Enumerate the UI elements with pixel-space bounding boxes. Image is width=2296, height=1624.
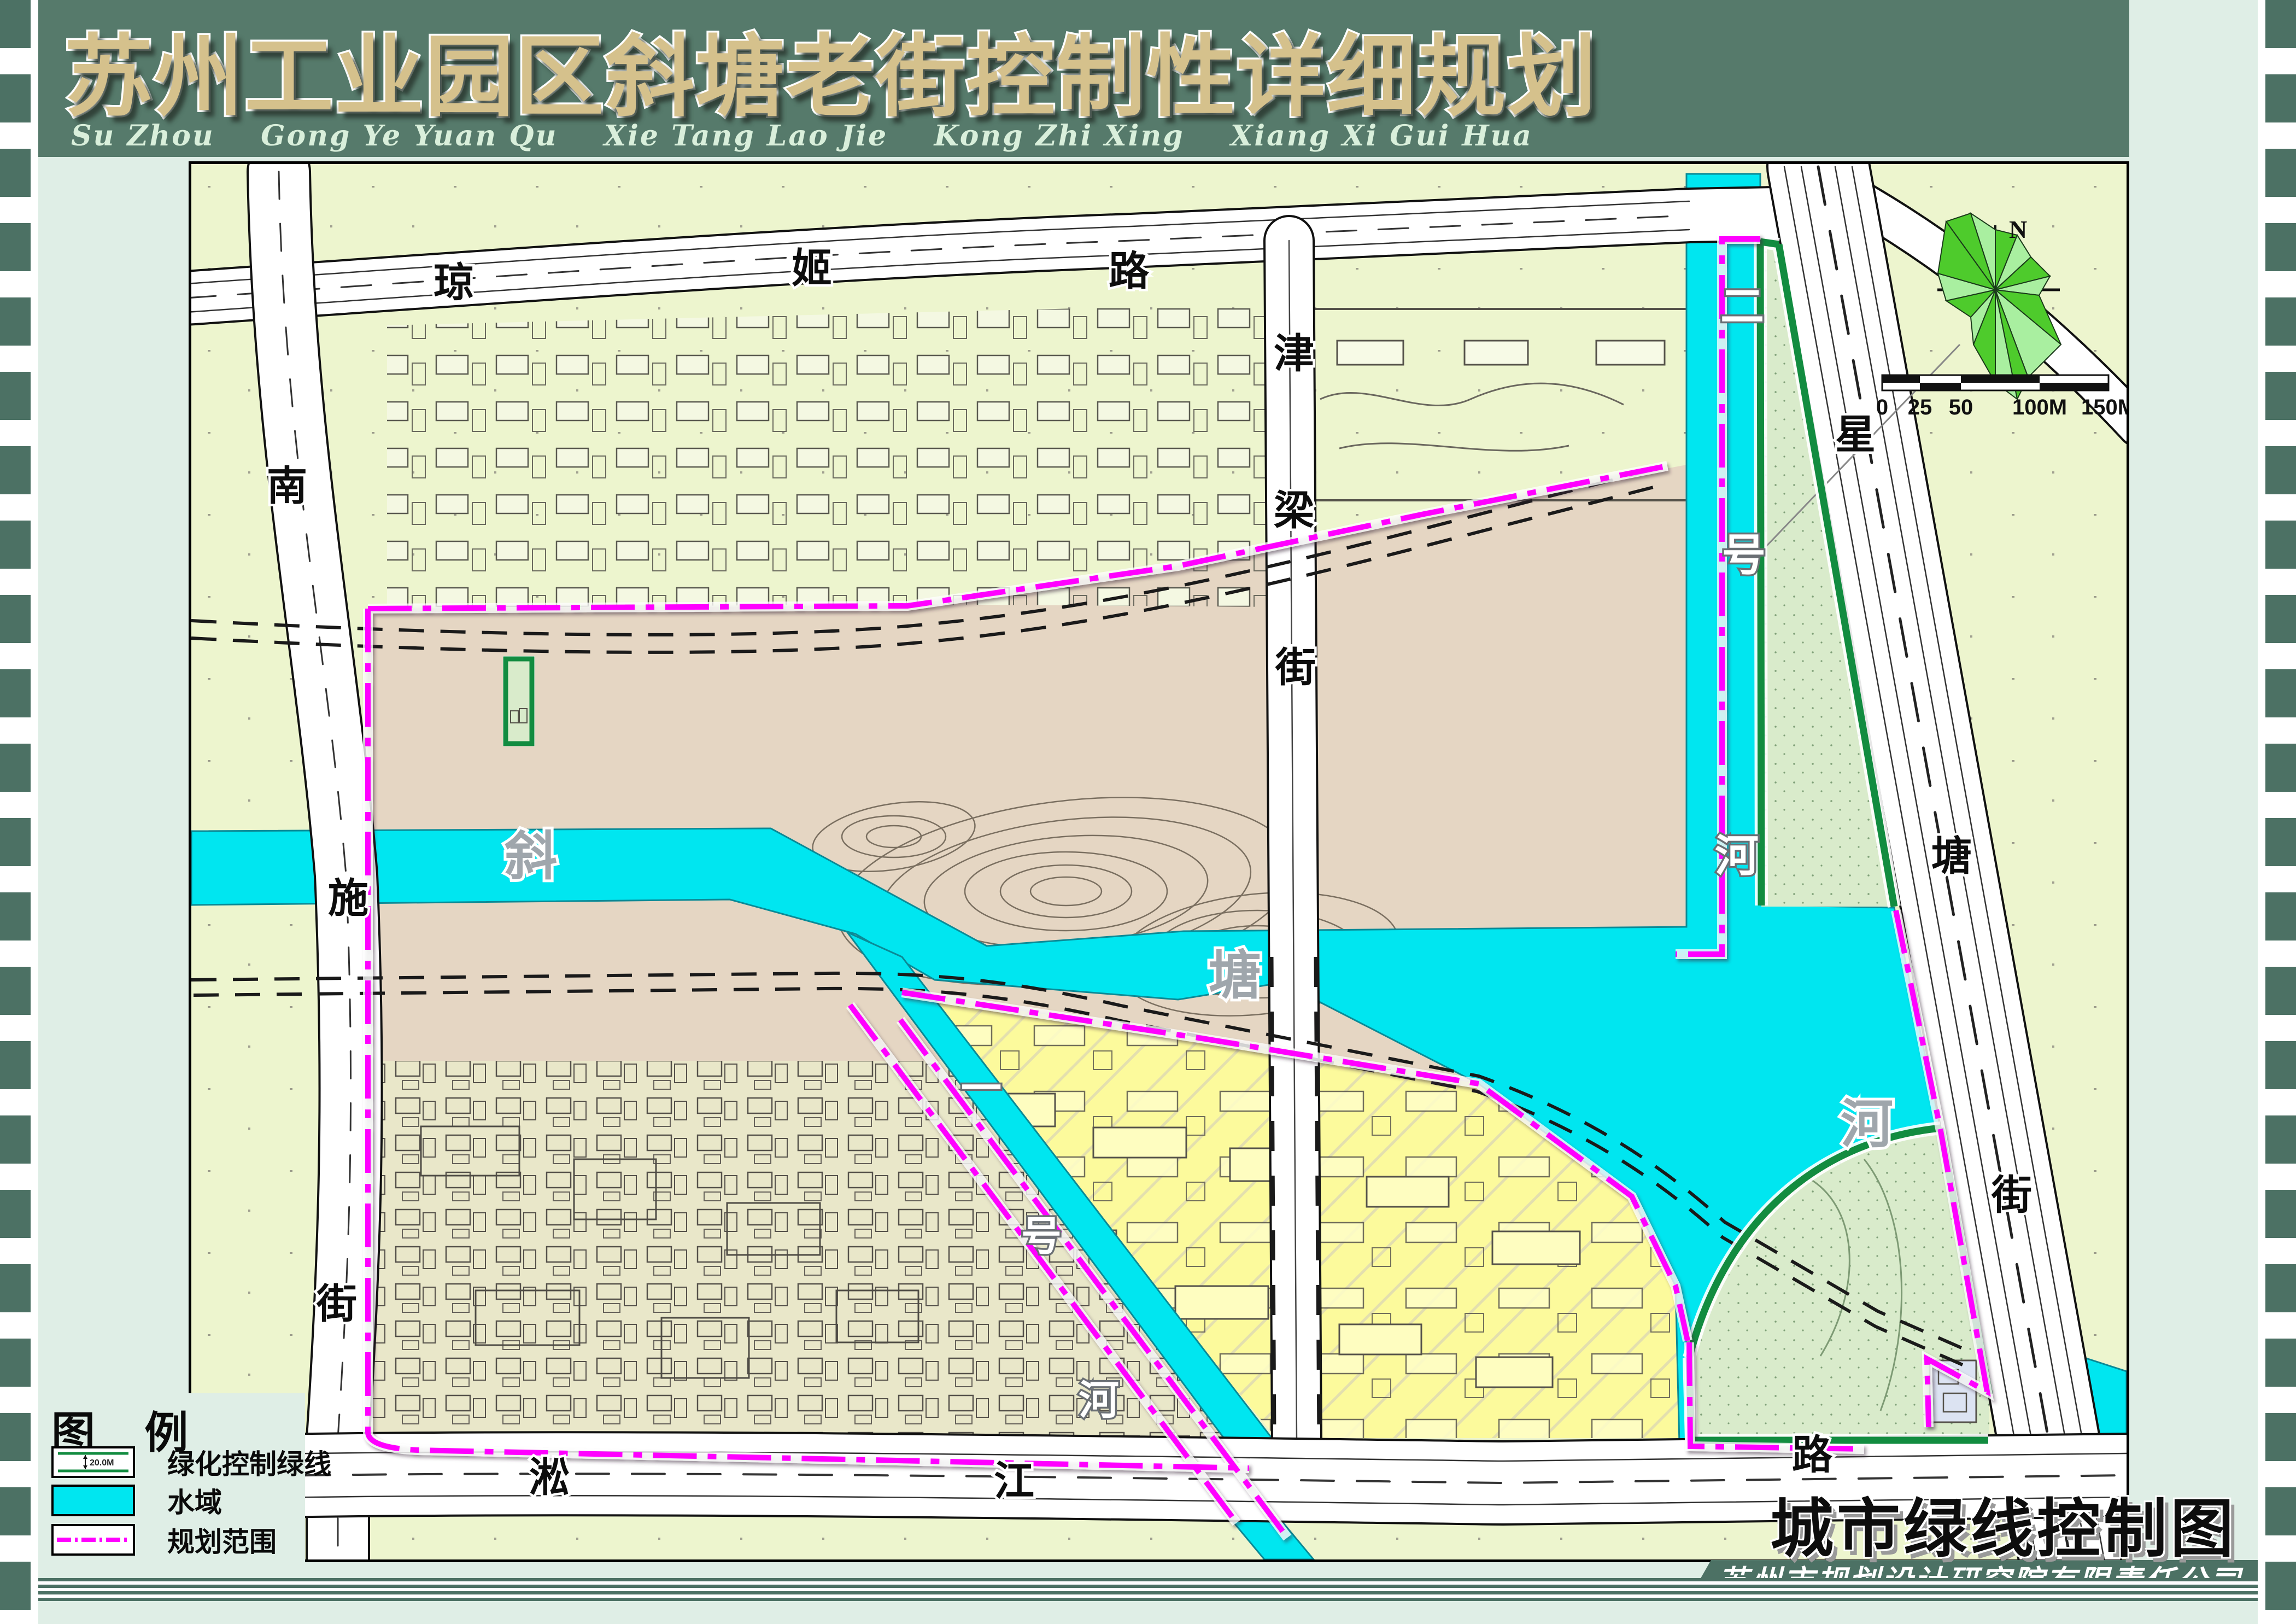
legend-item-green-line: 20.0M 绿化控制绿线 xyxy=(51,1446,303,1478)
road-label: 姬 xyxy=(792,246,832,291)
legend-label-boundary: 规划范围 xyxy=(167,1520,277,1559)
film-strip-left xyxy=(0,0,31,1624)
film-strip-right xyxy=(2265,0,2296,1624)
road-label: 街 xyxy=(1275,645,1316,690)
map-svg: N 0 25 50 100M 150M 琼 姬 路 南 施 街 津 梁 街 星 … xyxy=(191,164,2127,1559)
river-label: 河 xyxy=(1841,1095,1893,1154)
road-label: 星 xyxy=(1835,412,1876,457)
legend-item-boundary: 规划范围 xyxy=(51,1524,303,1556)
green-line-dimension: 20.0M xyxy=(90,1458,114,1468)
page: { "header": { "title": "苏州工业园区斜塘老街控制性详细规… xyxy=(0,0,2296,1624)
road-label: 街 xyxy=(1991,1172,2032,1218)
road-label: 淞 xyxy=(529,1454,570,1500)
page-title: 苏州工业园区斜塘老街控制性详细规划 xyxy=(64,4,1597,133)
road-label: 津 xyxy=(1274,331,1314,376)
map-canvas: N 0 25 50 100M 150M 琼 姬 路 南 施 街 津 梁 街 星 … xyxy=(189,161,2129,1562)
scale-tick-150: 150M xyxy=(2081,395,2127,419)
road-label: 施 xyxy=(328,875,368,921)
river-label: 号 xyxy=(1722,531,1766,580)
river-label: 河 xyxy=(1715,832,1759,880)
legend-item-water: 水域 xyxy=(51,1485,303,1516)
boundary-swatch xyxy=(51,1524,135,1556)
scale-tick-100: 100M xyxy=(2012,395,2067,419)
right-gutter xyxy=(2258,0,2265,1624)
legend-label-water: 水域 xyxy=(167,1481,222,1520)
river-label: 河 xyxy=(1079,1377,1119,1423)
bottom-stripes xyxy=(32,1578,2259,1601)
green-strip-symbol xyxy=(503,656,535,746)
road-label: 南 xyxy=(267,463,307,509)
road-label: 梁 xyxy=(1274,488,1314,533)
river-label: 塘 xyxy=(1209,947,1261,1005)
road-label: 江 xyxy=(994,1458,1034,1504)
scale-tick-25: 25 xyxy=(1908,395,1932,419)
north-label: N xyxy=(2009,215,2027,243)
map-sheet-title: 城市绿线控制图 xyxy=(1770,1477,2237,1569)
road-label: 塘 xyxy=(1931,833,1972,879)
green-line-swatch: 20.0M xyxy=(51,1446,135,1478)
road-label: 街 xyxy=(316,1281,357,1327)
page-title-pinyin: Su Zhou Gong Ye Yuan Qu Xie Tang Lao Jie… xyxy=(71,119,1533,153)
header-banner: 苏州工业园区斜塘老街控制性详细规划 Su Zhou Gong Ye Yuan Q… xyxy=(34,0,2129,157)
river-label: 一 xyxy=(961,1066,1001,1111)
road-label: 琼 xyxy=(434,260,474,305)
road-label: 路 xyxy=(1792,1432,1833,1477)
river-label: 斜 xyxy=(505,827,557,886)
scale-tick-0: 0 xyxy=(1876,395,1888,419)
north-residential-area xyxy=(387,303,1279,608)
legend-label-green-line: 绿化控制绿线 xyxy=(167,1442,331,1482)
road-label: 路 xyxy=(1109,248,1150,294)
scale-tick-50: 50 xyxy=(1949,395,1973,419)
water-swatch xyxy=(51,1485,135,1516)
river-label: 号 xyxy=(1021,1213,1062,1259)
left-gutter xyxy=(31,0,38,1624)
river-label: 二 xyxy=(1720,282,1764,331)
